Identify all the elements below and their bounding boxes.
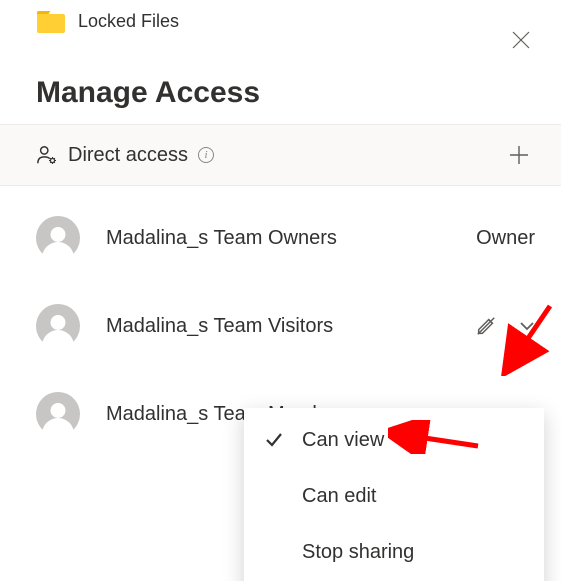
folder-icon — [36, 8, 66, 34]
person-gear-icon — [36, 144, 58, 166]
add-principal-button[interactable] — [501, 137, 537, 173]
principal-name: Madalina_s Team Owners — [106, 227, 476, 250]
permission-menu: Can view Can edit Stop sharing — [244, 408, 544, 581]
permission-option-label: Can view — [302, 429, 384, 452]
page-title: Manage Access — [36, 76, 561, 110]
permission-option-can-edit[interactable]: Can edit — [244, 468, 544, 524]
pencil-slash-icon — [475, 315, 497, 337]
principal-role: Owner — [476, 227, 535, 250]
principal-row: Madalina_s Team Owners Owner — [28, 194, 549, 282]
avatar — [36, 392, 80, 436]
avatar — [36, 216, 80, 260]
principal-row: Madalina_s Team Visitors — [28, 282, 549, 370]
avatar — [36, 304, 80, 348]
permission-option-stop-sharing[interactable]: Stop sharing — [244, 524, 544, 580]
folder-name: Locked Files — [78, 11, 179, 32]
permission-option-label: Stop sharing — [302, 541, 414, 564]
info-icon[interactable]: i — [198, 147, 214, 163]
close-button[interactable] — [503, 22, 539, 58]
permission-dropdown-button[interactable] — [513, 312, 541, 340]
principal-name: Madalina_s Team Visitors — [106, 315, 475, 338]
permission-option-label: Can edit — [302, 485, 377, 508]
permission-option-can-view[interactable]: Can view — [244, 412, 544, 468]
direct-access-label: Direct access — [68, 144, 188, 167]
check-icon — [264, 430, 284, 450]
direct-access-section: Direct access i — [0, 124, 561, 186]
